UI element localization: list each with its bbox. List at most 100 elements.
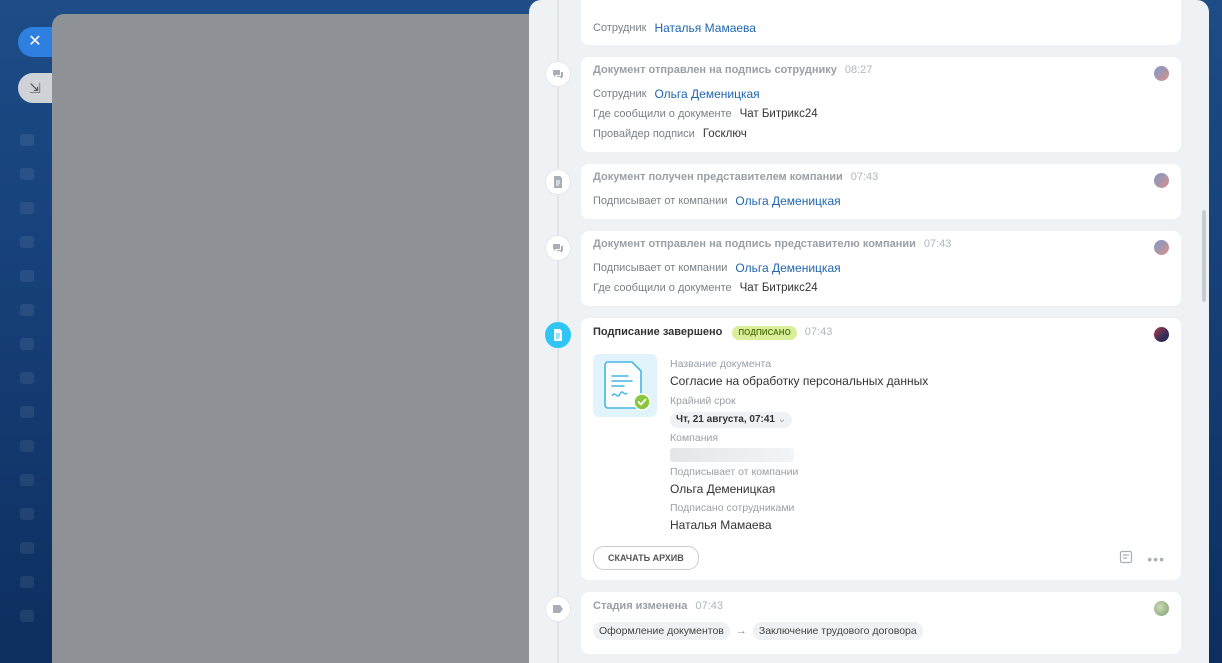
deadline-value: Чт, 21 августа, 07:41	[676, 414, 775, 425]
note-icon[interactable]	[1119, 550, 1133, 567]
card-time: 07:43	[923, 238, 952, 250]
employee-link[interactable]: Наталья Мамаева	[654, 21, 756, 35]
timeline-card-sent-company: Документ отправлен на подпись представит…	[581, 231, 1181, 306]
row-label: Провайдер подписи	[593, 128, 695, 140]
timeline-card-received: Документ получен представителем компании…	[581, 164, 1181, 219]
card-header: Документ получен представителем компании…	[593, 171, 1169, 191]
company-label: Компания	[670, 432, 719, 444]
employees-label: Подписано сотрудниками	[670, 502, 795, 514]
row-label: Сотрудник	[593, 88, 647, 100]
timeline-card-stage-changed: Стадия изменена 07:43 Оформление докумен…	[581, 592, 1181, 654]
deadline-dropdown[interactable]: Чт, 21 августа, 07:41 ⌄	[670, 412, 793, 428]
rail-ghost-icon	[20, 406, 34, 418]
employee-link[interactable]: Ольга Деменицкая	[654, 87, 759, 101]
employee-link[interactable]: Наталья Мамаева	[670, 516, 928, 534]
signed-document-thumbnail[interactable]	[593, 354, 657, 417]
card-title: Стадия изменена	[593, 600, 688, 612]
chat-icon	[545, 61, 571, 87]
timeline-slider: Сотрудник Наталья Мамаева Документ отпра…	[529, 0, 1209, 663]
rail-ghost-icon	[20, 440, 34, 452]
row-label: Где сообщили о документе	[593, 108, 732, 120]
close-slider-button[interactable]: ✕	[18, 27, 52, 57]
signer-label: Подписывает от компании	[670, 466, 799, 478]
card-row: Где сообщили о документе Чат Битрикс24	[593, 104, 1169, 124]
card-header: Документ отправлен на подпись сотруднику…	[593, 64, 1169, 84]
card-actions: •••	[1119, 550, 1165, 567]
card-time: 07:43	[695, 600, 723, 612]
timeline-card-employee: Сотрудник Наталья Мамаева	[581, 0, 1181, 45]
dimmed-overlay[interactable]	[52, 14, 552, 663]
user-avatar[interactable]	[1154, 601, 1169, 616]
rail-ghost-icon	[20, 576, 34, 588]
left-rail: ✕ ⇲	[0, 0, 52, 663]
minimize-slider-button[interactable]: ⇲	[18, 73, 52, 103]
user-avatar[interactable]	[1154, 173, 1169, 188]
rail-ghost-icon	[20, 202, 34, 214]
user-avatar[interactable]	[1154, 240, 1169, 255]
document-icon	[545, 169, 571, 195]
status-badge: ПОДПИСАНО	[732, 326, 797, 340]
card-header: Документ отправлен на подпись представит…	[593, 238, 1169, 258]
arrow-right-icon: →	[735, 625, 747, 637]
more-icon[interactable]: •••	[1147, 551, 1165, 567]
deadline-row: Чт, 21 августа, 07:41 ⌄	[670, 409, 928, 428]
rail-ghost-icon	[20, 168, 34, 180]
doc-name-label: Название документа	[670, 358, 772, 370]
signer-link[interactable]: Ольга Деменицкая	[670, 480, 928, 498]
card-row: Подписывает от компании Ольга Деменицкая	[593, 191, 1169, 211]
scrollbar-thumb[interactable]	[1202, 210, 1206, 302]
timeline-card-sent-employee: Документ отправлен на подпись сотруднику…	[581, 57, 1181, 152]
card-row: Где сообщили о документе Чат Битрикс24	[593, 278, 1169, 298]
row-label: Подписывает от компании	[593, 262, 728, 274]
card-header: Подписание завершено ПОДПИСАНО 07:43	[593, 326, 1169, 346]
stage-to-pill: Заключение трудового договора	[752, 622, 923, 640]
card-row: Провайдер подписи Госключ	[593, 124, 1169, 144]
signer-link[interactable]: Ольга Деменицкая	[735, 261, 840, 275]
doc-name-value: Согласие на обработку персональных данны…	[670, 374, 929, 388]
user-avatar[interactable]	[1154, 327, 1169, 342]
stage-from-pill: Оформление документов	[593, 622, 730, 640]
card-row: Сотрудник Наталья Мамаева	[593, 18, 756, 38]
rail-ghost-icon	[20, 474, 34, 486]
card-time: 07:43	[804, 326, 833, 338]
stage-icon	[545, 596, 571, 622]
signer-link[interactable]: Ольга Деменицкая	[735, 194, 840, 208]
row-label: Сотрудник	[593, 22, 647, 34]
rail-ghost-icon	[20, 236, 34, 248]
close-icon: ✕	[28, 33, 42, 50]
card-title: Подписание завершено	[593, 326, 723, 338]
card-header: Стадия изменена 07:43	[593, 600, 1169, 620]
rail-ghost-icon	[20, 542, 34, 554]
timeline-card-signed: Подписание завершено ПОДПИСАНО 07:43 Наз…	[581, 318, 1181, 580]
rail-ghost-icon	[20, 338, 34, 350]
rail-ghost-icon	[20, 134, 34, 146]
card-row: Сотрудник Ольга Деменицкая	[593, 84, 1169, 104]
rail-ghost-icon	[20, 270, 34, 282]
document-active-icon	[545, 322, 571, 348]
user-avatar[interactable]	[1154, 66, 1169, 81]
card-title: Документ отправлен на подпись представит…	[593, 238, 916, 250]
row-label: Подписывает от компании	[593, 195, 728, 207]
company-value-redacted	[670, 448, 794, 462]
row-value: Чат Битрикс24	[739, 108, 818, 120]
stage-change-row: Оформление документов → Заключение трудо…	[593, 620, 1169, 642]
deadline-label: Крайний срок	[670, 395, 736, 407]
document-fields: Название документа Согласие на обработку…	[670, 356, 928, 534]
rail-ghost-icon	[20, 610, 34, 622]
minimize-icon: ⇲	[29, 80, 41, 96]
row-label: Где сообщили о документе	[593, 282, 732, 294]
card-time: 08:27	[844, 64, 873, 76]
rail-ghost-icon	[20, 304, 34, 316]
row-value: Чат Битрикс24	[739, 282, 818, 294]
card-time: 07:43	[850, 171, 879, 183]
signed-document-icon	[604, 361, 651, 411]
row-value: Госключ	[702, 128, 747, 140]
chevron-down-icon: ⌄	[777, 414, 787, 425]
card-title: Документ получен представителем компании	[593, 171, 843, 183]
rail-ghost-icon	[20, 372, 34, 384]
rail-ghost-icon	[20, 508, 34, 520]
download-archive-button[interactable]: СКАЧАТЬ АРХИВ	[593, 546, 699, 570]
chat-icon	[545, 235, 571, 261]
card-title: Документ отправлен на подпись сотруднику	[593, 64, 837, 76]
card-row: Подписывает от компании Ольга Деменицкая	[593, 258, 1169, 278]
